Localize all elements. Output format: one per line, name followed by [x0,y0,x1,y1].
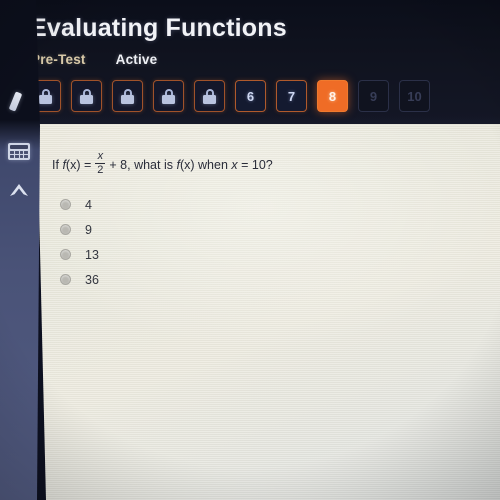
lock-icon [203,88,216,104]
answer-option-label: 13 [85,247,99,262]
up-arrow-icon[interactable] [6,178,32,204]
answer-option-1[interactable]: 4 [60,192,99,217]
question-panel: If f (x) = x 2 + 8, what is f (x) when x… [37,124,500,500]
question-prefix: If [52,157,59,172]
left-toolbar [0,0,40,500]
lock-icon [39,88,52,104]
lock-icon [162,88,175,104]
tab-pre-test[interactable]: Pre-Test [31,52,86,67]
question-button-9[interactable]: 9 [358,80,389,112]
function-arg-2: (x) [179,157,195,172]
function-arg: (x) = [65,157,92,172]
radio-button-icon[interactable] [60,274,71,285]
question-equals: = 10? [241,157,273,172]
lock-icon [80,88,93,104]
answer-option-label: 9 [85,222,92,237]
tab-bar: Pre-Test Active [31,52,157,67]
app-header: Evaluating Functions Pre-Test Active 6 7… [0,0,500,126]
question-button-8-current[interactable]: 8 [317,80,348,112]
tab-active[interactable]: Active [116,52,158,67]
answer-option-label: 4 [85,197,92,212]
fraction-denominator: 2 [97,164,104,176]
question-button-10[interactable]: 10 [399,80,430,112]
question-button-6[interactable]: 6 [235,80,266,112]
fraction-numerator: x [97,150,104,162]
question-button-5[interactable] [194,80,225,112]
question-pager: 6 7 8 9 10 [30,80,430,112]
calculator-icon[interactable] [6,138,32,164]
question-button-4[interactable] [153,80,184,112]
answer-option-4[interactable]: 36 [60,267,99,292]
answer-option-3[interactable]: 13 [60,242,99,267]
radio-button-icon[interactable] [60,199,71,210]
question-when: when [198,157,228,172]
answer-choices: 4 9 13 36 [60,192,99,292]
lock-icon [121,88,134,104]
question-button-7[interactable]: 7 [276,80,307,112]
question-text: If f (x) = x 2 + 8, what is f (x) when x… [52,150,273,177]
quiz-screen: Evaluating Functions Pre-Test Active 6 7… [0,0,500,500]
question-button-2[interactable] [71,80,102,112]
pencil-icon[interactable] [6,88,32,114]
question-button-3[interactable] [112,80,143,112]
answer-option-2[interactable]: 9 [60,217,99,242]
radio-button-icon[interactable] [60,249,71,260]
answer-option-label: 36 [85,272,99,287]
page-title: Evaluating Functions [30,14,287,42]
fraction-x-over-2: x 2 [95,150,106,176]
radio-button-icon[interactable] [60,224,71,235]
question-middle: + 8, what is [109,157,173,172]
